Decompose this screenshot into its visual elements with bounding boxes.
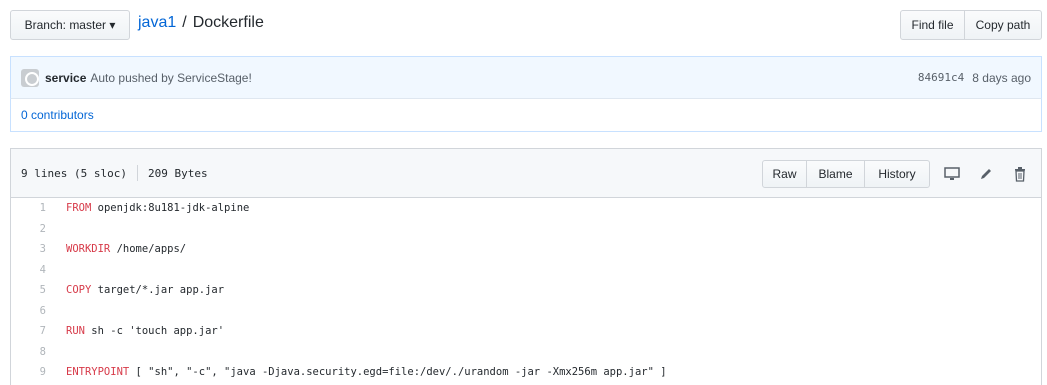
line-number[interactable]: 6	[11, 305, 56, 317]
breadcrumb: java1 / Dockerfile	[138, 14, 264, 32]
commit-sha[interactable]: 84691c4	[918, 71, 964, 84]
info-divider	[136, 165, 138, 181]
line-content: ENTRYPOINT [ "sh", "-c", "java -Djava.se…	[56, 366, 667, 378]
code-line: 7 RUN sh -c 'touch app.jar'	[11, 321, 1041, 342]
keyword: ENTRYPOINT	[66, 366, 130, 379]
file-name: Dockerfile	[192, 14, 264, 31]
line-content: COPY target/*.jar app.jar	[56, 284, 224, 296]
code-line: 6	[11, 301, 1041, 322]
code-line: 5 COPY target/*.jar app.jar	[11, 280, 1041, 301]
line-text: target/*.jar app.jar	[91, 284, 225, 297]
code-line: 4	[11, 260, 1041, 281]
contributors-link[interactable]: 0 contributors	[21, 108, 94, 122]
line-number[interactable]: 1	[11, 202, 56, 214]
blame-button[interactable]: Blame	[806, 160, 865, 188]
history-label: History	[878, 167, 916, 181]
code-line: 8	[11, 342, 1041, 363]
line-text: [ "sh", "-c", "java -Djava.security.egd=…	[129, 366, 667, 379]
commit-bar: service Auto pushed by ServiceStage! 846…	[10, 56, 1042, 98]
line-number[interactable]: 2	[11, 223, 56, 235]
line-number[interactable]: 4	[11, 264, 56, 276]
line-text: sh -c 'touch app.jar'	[84, 325, 225, 338]
branch-select-label: Branch: master ▾	[24, 18, 116, 32]
file-size-info: 209 Bytes	[147, 166, 208, 180]
find-file-button[interactable]: Find file	[900, 10, 965, 40]
file-actions-group: Raw Blame History	[762, 160, 930, 188]
blame-label: Blame	[818, 167, 853, 181]
keyword: RUN	[66, 325, 85, 338]
code-line: 9 ENTRYPOINT [ "sh", "-c", "java -Djava.s…	[11, 362, 1041, 383]
code-line: 2	[11, 219, 1041, 240]
line-content: FROM openjdk:8u181-jdk-alpine	[56, 202, 249, 214]
line-number[interactable]: 8	[11, 346, 56, 358]
pencil-icon[interactable]	[974, 162, 998, 186]
copy-path-label: Copy path	[975, 18, 1031, 32]
copy-path-button[interactable]: Copy path	[964, 10, 1042, 40]
line-number[interactable]: 5	[11, 284, 56, 296]
breadcrumb-separator: /	[182, 14, 187, 31]
code-line: 3 WORKDIR /home/apps/	[11, 239, 1041, 260]
history-button[interactable]: History	[864, 160, 930, 188]
keyword: FROM	[66, 202, 92, 215]
keyword: WORKDIR	[66, 243, 111, 256]
line-content: RUN sh -c 'touch app.jar'	[56, 325, 224, 337]
line-number[interactable]: 7	[11, 325, 56, 337]
raw-button[interactable]: Raw	[762, 160, 807, 188]
code-line: 1 FROM openjdk:8u181-jdk-alpine	[11, 198, 1041, 219]
code-view: 1 FROM openjdk:8u181-jdk-alpine 2 3 WORKDIR …	[10, 198, 1042, 385]
raw-label: Raw	[772, 167, 797, 181]
keyword: COPY	[66, 284, 92, 297]
line-text: openjdk:8u181-jdk-alpine	[91, 202, 250, 215]
branch-select-button[interactable]: Branch: master ▾	[10, 10, 130, 40]
line-content: WORKDIR /home/apps/	[56, 243, 186, 255]
line-number[interactable]: 9	[11, 366, 56, 378]
file-lines-info: 9 lines (5 sloc)	[21, 166, 127, 180]
repo-link[interactable]: java1	[138, 14, 176, 32]
line-text: /home/apps/	[110, 243, 187, 256]
commit-author[interactable]: service	[45, 71, 86, 85]
trash-icon[interactable]	[1008, 162, 1032, 186]
avatar-icon[interactable]	[21, 68, 39, 87]
desktop-icon[interactable]	[940, 162, 964, 186]
commit-time: 8 days ago	[972, 70, 1031, 85]
contributors-bar: 0 contributors	[10, 98, 1042, 132]
line-number[interactable]: 3	[11, 243, 56, 255]
find-file-label: Find file	[911, 18, 954, 32]
commit-message[interactable]: Auto pushed by ServiceStage!	[90, 71, 251, 85]
